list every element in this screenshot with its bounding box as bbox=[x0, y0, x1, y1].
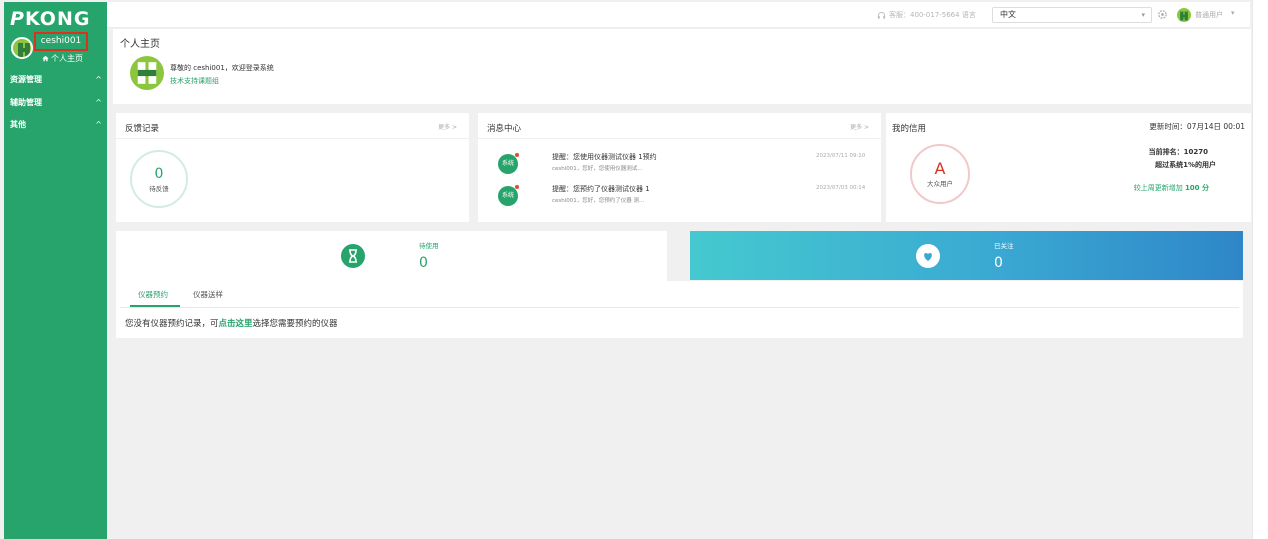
divider bbox=[478, 138, 881, 139]
sidebar: PKONG ceshi001 个人主页 资源管理 ^ 辅助管理 ^ 其他 ^ bbox=[4, 2, 107, 539]
credit-weekly-value: 100 分 bbox=[1184, 184, 1209, 192]
heart-icon bbox=[916, 244, 940, 268]
feedback-count-circle[interactable]: 0 待反馈 bbox=[130, 150, 188, 208]
message-item-summary: ceshi001，您好，您使用仪器测试... bbox=[552, 166, 643, 172]
empty-suffix: 选择您需要预约的仪器 bbox=[252, 319, 338, 329]
chevron-down-icon[interactable]: ▾ bbox=[1231, 9, 1235, 17]
message-item-title[interactable]: 提醒：您使用仪器测试仪器 1预约 bbox=[552, 152, 657, 162]
tab-sample-submission[interactable]: 仪器送样 bbox=[193, 289, 223, 300]
profile-header: 个人主页 尊敬的 ceshi001，欢迎登录系统 技术支持课题组 bbox=[113, 29, 1251, 104]
language-select[interactable]: 中文 ▾ bbox=[992, 7, 1152, 23]
feedback-panel: 反馈记录 更多 > 0 待反馈 bbox=[116, 113, 469, 222]
followed-stat-card[interactable]: 已关注 0 bbox=[690, 231, 1243, 280]
language-value: 中文 bbox=[1000, 10, 1016, 19]
headset-icon bbox=[877, 11, 886, 19]
credit-rank: 当前排名：10270 bbox=[1148, 148, 1208, 156]
logo[interactable]: PKONG bbox=[10, 8, 90, 30]
sidebar-item-other[interactable]: 其他 ^ bbox=[10, 119, 102, 130]
service-info: 客服：400-017-5664 语言 bbox=[877, 10, 976, 20]
sidebar-item-resource[interactable]: 资源管理 ^ bbox=[10, 74, 102, 85]
message-item-time: 2023/07/03 00:14 bbox=[816, 185, 866, 191]
sidebar-username[interactable]: ceshi001 bbox=[34, 32, 88, 51]
pending-stat-card[interactable]: 待使用 0 bbox=[116, 231, 667, 281]
feedback-count-label: 待反馈 bbox=[149, 185, 169, 193]
sidebar-avatar[interactable] bbox=[11, 37, 33, 59]
credit-exceed: 超过系统1%的用户 bbox=[1155, 161, 1216, 169]
click-here-link[interactable]: 点击这里 bbox=[219, 319, 253, 329]
message-title: 消息中心 bbox=[487, 124, 522, 134]
unread-dot bbox=[515, 153, 519, 157]
message-item-time: 2023/07/11 09:10 bbox=[816, 153, 866, 159]
credit-weekly-change: 较上周更新增加 100 分 bbox=[1134, 183, 1209, 193]
user-role[interactable]: 普通用户 bbox=[1195, 10, 1223, 20]
message-more-link[interactable]: 更多 > bbox=[850, 122, 869, 131]
topbar: 客服：400-017-5664 语言 中文 ▾ 普通用户 ▾ bbox=[107, 2, 1250, 28]
sidebar-item-label: 资源管理 bbox=[10, 75, 42, 84]
message-item-title[interactable]: 提醒：您预约了仪器测试仪器 1 bbox=[552, 184, 650, 194]
profile-avatar[interactable] bbox=[130, 56, 164, 90]
unread-dot bbox=[515, 185, 519, 189]
followed-stat-label: 已关注 bbox=[994, 242, 1014, 250]
reservation-card: 仪器预约 仪器送样 您没有仪器预约记录，可点击这里选择您需要预约的仪器 bbox=[116, 281, 1243, 338]
sidebar-item-home-label: 个人主页 bbox=[51, 54, 83, 63]
message-panel: 消息中心 更多 > 系统 提醒：您使用仪器测试仪器 1预约 ceshi001，您… bbox=[478, 113, 881, 222]
followed-stat-value: 0 bbox=[994, 255, 1003, 271]
home-icon bbox=[42, 55, 49, 62]
message-item-summary: ceshi001，您好，您预约了仪器 测... bbox=[552, 198, 645, 204]
system-icon-label: 系统 bbox=[501, 192, 514, 199]
sidebar-item-assist[interactable]: 辅助管理 ^ bbox=[10, 97, 102, 108]
feedback-more-link[interactable]: 更多 > bbox=[438, 122, 457, 131]
page-title: 个人主页 bbox=[120, 39, 160, 50]
system-icon-label: 系统 bbox=[501, 160, 514, 167]
hourglass-icon bbox=[341, 244, 365, 268]
feedback-title: 反馈记录 bbox=[125, 124, 160, 134]
credit-weekly-prefix: 较上周更新增加 bbox=[1133, 184, 1185, 192]
credit-grade-label: 大众用户 bbox=[927, 180, 953, 188]
welcome-text: 尊敬的 ceshi001，欢迎登录系统 bbox=[170, 64, 274, 72]
credit-grade: A bbox=[934, 159, 946, 178]
sidebar-item-home[interactable]: 个人主页 bbox=[42, 53, 83, 64]
credit-panel: 我的信用 更新时间：07月14日 00:01 A 大众用户 当前排名：10270… bbox=[886, 113, 1251, 222]
user-avatar[interactable] bbox=[1177, 8, 1191, 22]
credit-update-label: 更新时间： bbox=[1149, 122, 1187, 131]
credit-title: 我的信用 bbox=[892, 124, 927, 134]
divider bbox=[116, 138, 469, 139]
credit-update-value: 07月14日 00:01 bbox=[1186, 122, 1245, 131]
sidebar-item-label: 其他 bbox=[10, 120, 26, 129]
support-link[interactable]: 技术支持课题组 bbox=[170, 76, 219, 86]
empty-reservation-message: 您没有仪器预约记录，可点击这里选择您需要预约的仪器 bbox=[125, 317, 338, 329]
right-edge-panel bbox=[1252, 0, 1268, 539]
tab-instrument-reservation[interactable]: 仪器预约 bbox=[138, 289, 168, 300]
chevron-up-icon: ^ bbox=[95, 120, 102, 129]
system-icon: 系统 bbox=[498, 185, 519, 206]
service-text: 客服：400-017-5664 语言 bbox=[889, 11, 976, 19]
gear-icon[interactable] bbox=[1157, 9, 1168, 20]
sidebar-item-label: 辅助管理 bbox=[10, 98, 42, 107]
feedback-count: 0 bbox=[154, 166, 164, 182]
pending-stat-value: 0 bbox=[419, 255, 428, 271]
credit-grade-circle: A 大众用户 bbox=[910, 144, 970, 204]
logo-text: KONG bbox=[24, 8, 91, 30]
app-root: PKONG ceshi001 个人主页 资源管理 ^ 辅助管理 ^ 其他 ^ 客… bbox=[0, 0, 1268, 539]
chevron-down-icon: ▾ bbox=[1141, 11, 1145, 19]
chevron-up-icon: ^ bbox=[95, 98, 102, 107]
chevron-up-icon: ^ bbox=[95, 75, 102, 84]
logo-mark: P bbox=[10, 8, 25, 30]
system-icon: 系统 bbox=[498, 153, 519, 174]
credit-update-time: 更新时间：07月14日 00:01 bbox=[1149, 121, 1245, 132]
tab-divider bbox=[120, 307, 1239, 308]
empty-prefix: 您没有仪器预约记录，可 bbox=[125, 319, 219, 329]
pending-stat-label: 待使用 bbox=[419, 242, 439, 250]
active-tab-indicator bbox=[130, 305, 180, 307]
